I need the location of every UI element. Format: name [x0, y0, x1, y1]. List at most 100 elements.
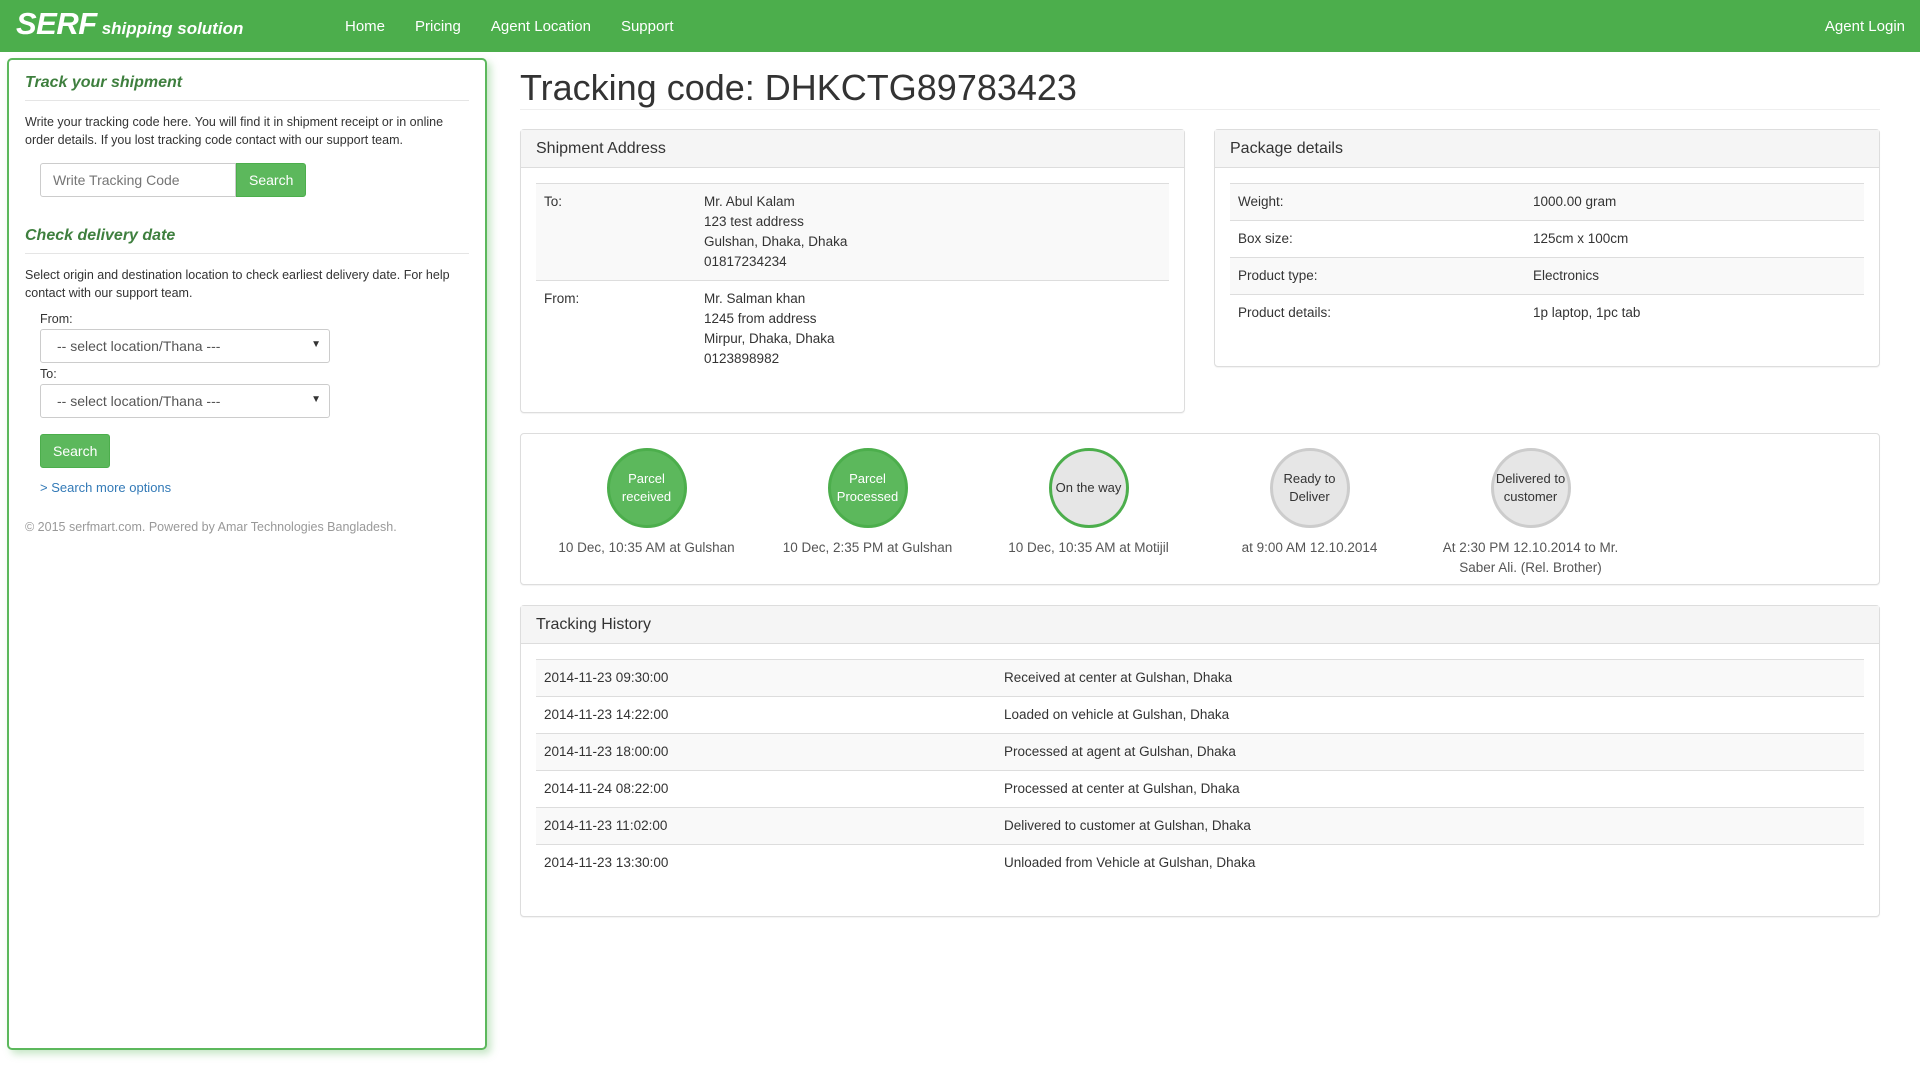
history-event: Loaded on vehicle at Gulshan, Dhaka: [996, 696, 1864, 734]
table-row: 2014-11-23 11:02:00 Delivered to custome…: [536, 807, 1864, 845]
track-description: Write your tracking code here. You will …: [25, 115, 444, 147]
step-circle-current: On the way: [1048, 448, 1129, 528]
tracking-progress-panel: Parcel received 10 Dec, 10:35 AM at Gulsh…: [520, 433, 1880, 585]
shipment-address-heading: Shipment Address: [521, 130, 1184, 168]
top-navbar: SERF shipping solution Home Pricing Agen…: [0, 0, 1920, 52]
track-heading: Track your shipment: [25, 74, 469, 101]
step-label: Parcel: [628, 471, 665, 486]
table-row: 2014-11-23 18:00:00 Processed at agent a…: [536, 733, 1864, 771]
progress-steps: Parcel received 10 Dec, 10:35 AM at Gulsh…: [521, 434, 1879, 578]
from-line: Mr. Salman khan: [704, 291, 806, 306]
nav-support[interactable]: Support: [606, 18, 689, 35]
agent-login-link[interactable]: Agent Login: [1825, 0, 1905, 52]
step-circle-pending: Ready to Deliver: [1269, 448, 1350, 528]
step-label: customer: [1503, 489, 1558, 504]
tracking-history-panel: Tracking History 2014-11-23 09:30:00 Rec…: [520, 605, 1880, 917]
nav-agent-location[interactable]: Agent Location: [476, 18, 606, 35]
sidebar: Track your shipment Write your tracking …: [7, 58, 487, 1050]
package-details-panel: Package details Weight: 1000.00 gram Box…: [1214, 129, 1880, 367]
page-title: Tracking code: DHKCTG89783423: [520, 52, 1880, 110]
shipment-address-panel: Shipment Address To: Mr. Abul Kalam 123 …: [520, 129, 1185, 413]
progress-step: Ready to Deliver at 9:00 AM 12.10.2014: [1199, 448, 1420, 578]
step-label: Processed: [836, 489, 899, 504]
history-event: Processed at agent at Gulshan, Dhaka: [996, 733, 1864, 771]
to-label: To:: [40, 367, 57, 381]
tracking-history-heading: Tracking History: [521, 606, 1879, 644]
main-content: Tracking code: DHKCTG89783423: [520, 52, 1880, 110]
to-line: Mr. Abul Kalam: [704, 194, 795, 209]
to-line: 01817234234: [704, 254, 787, 269]
history-time: 2014-11-23 11:02:00: [536, 807, 996, 845]
package-label: Weight:: [1230, 183, 1525, 221]
history-time: 2014-11-23 18:00:00: [536, 733, 996, 771]
from-label: From:: [536, 280, 696, 377]
caret-down-icon: ▼: [311, 339, 321, 350]
to-line: 123 test address: [704, 214, 804, 229]
table-row: From: Mr. Salman khan 1245 from address …: [536, 280, 1169, 377]
from-address: Mr. Salman khan 1245 from address Mirpur…: [696, 280, 1169, 377]
package-value: Electronics: [1525, 257, 1864, 295]
step-label: On the way: [1055, 480, 1122, 495]
history-time: 2014-11-23 09:30:00: [536, 659, 996, 697]
table-row: Box size: 125cm x 100cm: [1230, 220, 1864, 258]
progress-step: Delivered to customer At 2:30 PM 12.10.20…: [1420, 448, 1641, 578]
tracking-search-button[interactable]: Search: [236, 163, 307, 197]
table-row: To: Mr. Abul Kalam 123 test address Guls…: [536, 183, 1169, 281]
table-row: 2014-11-23 09:30:00 Received at center a…: [536, 659, 1864, 697]
tracking-history-table: 2014-11-23 09:30:00 Received at center a…: [536, 659, 1864, 881]
from-line: 1245 from address: [704, 311, 817, 326]
history-event: Received at center at Gulshan, Dhaka: [996, 659, 1864, 697]
to-address: Mr. Abul Kalam 123 test address Gulshan,…: [696, 183, 1169, 281]
to-select-value: -- select location/Thana ---: [57, 393, 221, 409]
from-location-select[interactable]: -- select location/Thana --- ▼: [40, 329, 330, 363]
history-event: Unloaded from Vehicle at Gulshan, Dhaka: [996, 844, 1864, 881]
history-time: 2014-11-23 13:30:00: [536, 844, 996, 881]
package-value: 1000.00 gram: [1525, 183, 1864, 221]
step-label: received: [621, 489, 672, 504]
delivery-description: Select origin and destination location t…: [25, 268, 450, 300]
table-row: 2014-11-23 14:22:00 Loaded on vehicle at…: [536, 696, 1864, 734]
progress-step: On the way 10 Dec, 10:35 AM at Motijil: [978, 448, 1199, 578]
delivery-search-button[interactable]: Search: [40, 434, 111, 468]
package-value: 125cm x 100cm: [1525, 220, 1864, 258]
table-row: Product type: Electronics: [1230, 257, 1864, 295]
brand-tagline: shipping solution: [101, 19, 244, 38]
package-label: Product type:: [1230, 257, 1525, 295]
package-label: Product details:: [1230, 294, 1525, 331]
table-row: Weight: 1000.00 gram: [1230, 183, 1864, 221]
shipment-address-table: To: Mr. Abul Kalam 123 test address Guls…: [536, 183, 1169, 377]
brand-logo[interactable]: SERF shipping solution: [16, 6, 243, 42]
table-row: 2014-11-24 08:22:00 Processed at center …: [536, 770, 1864, 808]
tracking-search-group: Search: [40, 163, 469, 197]
history-time: 2014-11-23 14:22:00: [536, 696, 996, 734]
from-line: 0123898982: [704, 351, 780, 366]
table-row: Product details: 1p laptop, 1pc tab: [1230, 294, 1864, 331]
step-detail: At 2:30 PM 12.10.2014 to Mr. Saber Ali. …: [1442, 540, 1619, 575]
step-detail: 10 Dec, 2:35 PM at Gulshan: [782, 540, 953, 555]
step-detail: at 9:00 AM 12.10.2014: [1241, 540, 1378, 555]
step-label: Delivered to: [1495, 471, 1566, 486]
nav-home[interactable]: Home: [330, 18, 400, 35]
step-circle-done: Parcel received: [606, 448, 687, 528]
from-select-value: -- select location/Thana ---: [57, 338, 221, 354]
step-label: Ready to: [1283, 471, 1336, 486]
caret-down-icon: ▼: [311, 394, 321, 405]
step-circle-pending: Delivered to customer: [1490, 448, 1571, 528]
history-event: Delivered to customer at Gulshan, Dhaka: [996, 807, 1864, 845]
step-circle-done: Parcel Processed: [827, 448, 908, 528]
step-label: Parcel: [849, 471, 886, 486]
step-detail: 10 Dec, 10:35 AM at Motijil: [1008, 540, 1169, 555]
to-label: To:: [536, 183, 696, 281]
delivery-heading: Check delivery date: [25, 227, 469, 254]
search-more-options-link[interactable]: > Search more options: [40, 480, 469, 495]
table-row: 2014-11-23 13:30:00 Unloaded from Vehicl…: [536, 844, 1864, 881]
step-label: Deliver: [1289, 489, 1330, 504]
to-location-select[interactable]: -- select location/Thana --- ▼: [40, 384, 330, 418]
tracking-code-input[interactable]: [40, 163, 236, 197]
from-label: From:: [40, 312, 73, 326]
package-details-table: Weight: 1000.00 gram Box size: 125cm x 1…: [1230, 183, 1864, 331]
copyright: © 2015 serfmart.com. Powered by Amar Tec…: [25, 520, 397, 534]
from-line: Mirpur, Dhaka, Dhaka: [704, 331, 835, 346]
to-line: Gulshan, Dhaka, Dhaka: [704, 234, 848, 249]
nav-pricing[interactable]: Pricing: [400, 18, 476, 35]
